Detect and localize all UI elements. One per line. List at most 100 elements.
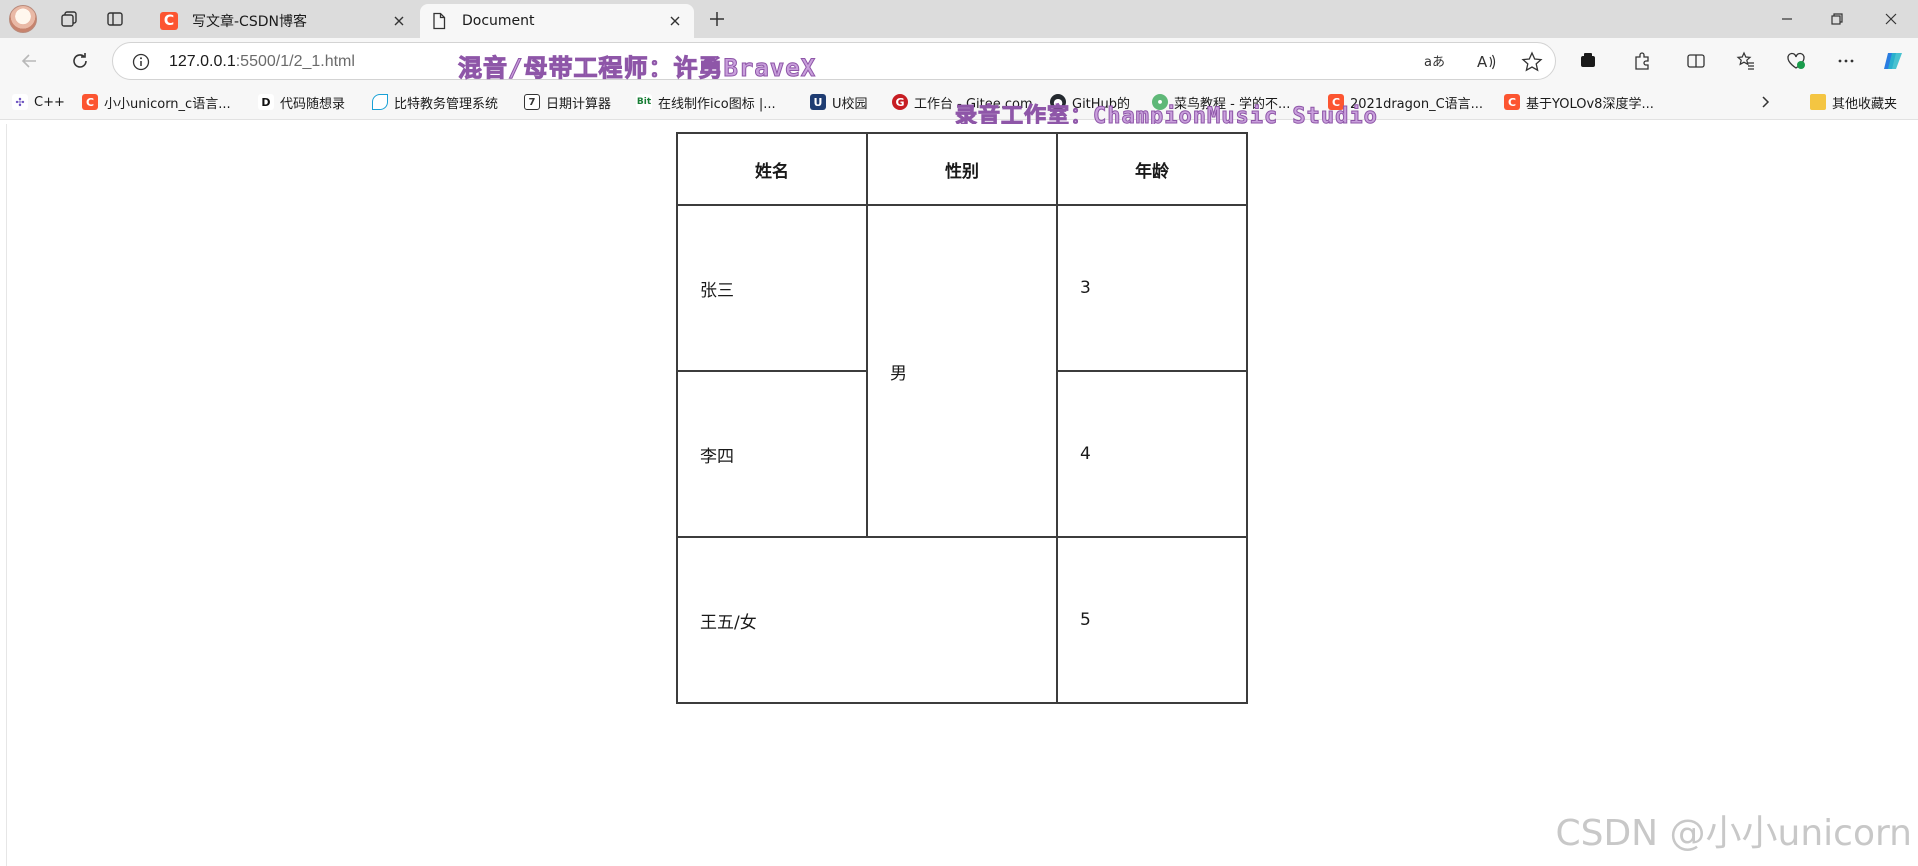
csdn-watermark: CSDN @小小unicorn (1555, 813, 1912, 854)
tab-title: 写文章-CSDN博客 (192, 14, 307, 30)
folder-icon (1810, 94, 1826, 110)
leaf-icon (372, 94, 388, 110)
svg-text:A: A (1477, 53, 1488, 71)
tab-csdn-write[interactable]: C 写文章-CSDN博客 (150, 4, 418, 38)
vertical-tabs-icon (107, 12, 123, 26)
bookmark-item[interactable]: U U校园 (810, 92, 868, 112)
profile-avatar[interactable] (6, 4, 40, 34)
back-arrow-icon (21, 54, 36, 68)
translate-button[interactable]: aあ (1423, 51, 1445, 73)
gitee-icon: G (892, 94, 908, 110)
cell-age: 5 (1056, 536, 1248, 704)
calendar-icon: 7 (524, 94, 540, 110)
media-extension-icon (1581, 53, 1595, 67)
read-aloud-icon: A (1477, 53, 1496, 71)
bookmark-label: 其他收藏夹 (1832, 96, 1898, 112)
u-icon: U (810, 94, 826, 110)
workspaces-icon (61, 11, 77, 27)
restore-icon (1831, 13, 1843, 25)
table-row: 张三 男 3 (676, 204, 1248, 538)
table-row: 王五/女 5 (676, 536, 1248, 704)
window-close-button[interactable] (1874, 4, 1908, 34)
other-favorites-folder[interactable]: 其他收藏夹 (1810, 92, 1897, 112)
close-icon (1885, 13, 1897, 25)
svg-text:aあ: aあ (1424, 55, 1445, 70)
tab-strip: C 写文章-CSDN博客 Document (0, 0, 1918, 38)
split-screen-button[interactable] (1680, 45, 1712, 77)
bookmark-item[interactable]: C 小小unicorn_c语言... (82, 92, 231, 112)
back-button[interactable] (14, 45, 46, 77)
header-age: 年龄 (1056, 132, 1248, 206)
bookmark-item[interactable]: 7 日期计算器 (524, 92, 611, 112)
new-tab-button[interactable] (700, 4, 734, 34)
puzzle-icon (1635, 52, 1649, 70)
bookmark-item[interactable]: D 代码随想录 (258, 92, 345, 112)
bookmark-item[interactable]: 比特教务管理系统 (372, 92, 498, 112)
cell-name: 李四 (676, 370, 868, 538)
chevron-right-icon (1762, 96, 1770, 108)
student-table: 姓名 性别 年龄 张三 男 3 李四 4 王五/女 5 (676, 132, 1248, 704)
csdn-icon: C (1504, 94, 1520, 110)
restore-button[interactable] (1820, 4, 1854, 34)
extension-button[interactable] (1572, 45, 1604, 77)
split-screen-icon (1687, 54, 1705, 68)
bookmark-label: 日期计算器 (546, 96, 612, 112)
bookmarks-overflow-button[interactable] (1758, 92, 1772, 112)
table-header-row: 姓名 性别 年龄 (676, 132, 1248, 206)
page-icon (433, 12, 446, 30)
bookmark-label: 小小unicorn_c语言... (104, 96, 231, 112)
cell-name: 张三 (676, 204, 868, 372)
favorites-button[interactable] (1730, 45, 1762, 77)
reload-icon (73, 53, 87, 68)
header-name: 姓名 (676, 132, 868, 206)
favorites-list-icon (1736, 51, 1754, 70)
info-icon[interactable] (131, 52, 151, 72)
close-tab-button[interactable] (666, 12, 684, 30)
address-bar[interactable]: 127.0.0.1:5500/1/2_1.html aあ A (112, 42, 1556, 80)
close-icon (670, 16, 680, 26)
navigation-toolbar: 127.0.0.1:5500/1/2_1.html aあ A (0, 38, 1918, 84)
avatar (9, 5, 37, 33)
bookmark-item[interactable]: C 基于YOLOv8深度学... (1504, 92, 1654, 112)
dd-icon: D (258, 94, 274, 110)
translate-icon: aあ (1424, 55, 1445, 70)
minimize-button[interactable] (1770, 4, 1804, 34)
browser-essentials-button[interactable] (1780, 45, 1812, 77)
bookmark-item[interactable]: Bit 在线制作ico图标 |... (636, 92, 776, 112)
minimize-icon (1782, 18, 1792, 20)
close-icon (394, 16, 404, 26)
read-aloud-button[interactable]: A (1475, 51, 1497, 73)
plus-icon (710, 12, 724, 26)
cell-age: 3 (1056, 204, 1248, 372)
header-gender: 性别 (866, 132, 1058, 206)
bookmark-label: 比特教务管理系统 (394, 96, 499, 112)
close-tab-button[interactable] (390, 12, 408, 30)
csdn-icon: C (82, 94, 98, 110)
cell-age: 4 (1056, 370, 1248, 538)
reload-button[interactable] (64, 45, 96, 77)
url-host: 127.0.0.1 (169, 53, 236, 70)
workspaces-button[interactable] (52, 4, 86, 34)
copilot-icon (1884, 53, 1902, 69)
heart-pulse-icon (1787, 52, 1805, 69)
watermark-engineer: 混音/母带工程师：许勇BraveX (457, 54, 817, 83)
bookmark-item[interactable]: ✣ C++ (12, 92, 65, 112)
add-favorite-button[interactable] (1521, 51, 1543, 73)
tab-document[interactable]: Document (420, 4, 694, 38)
bookmark-label: 基于YOLOv8深度学... (1526, 96, 1654, 112)
vertical-tabs-button[interactable] (98, 4, 132, 34)
extensions-button[interactable] (1626, 45, 1658, 77)
bookmark-label: U校园 (832, 96, 868, 112)
bit-icon: Bit (636, 94, 652, 110)
copilot-button[interactable] (1878, 45, 1910, 77)
bookmark-label: C++ (34, 94, 65, 110)
bookmark-label: 在线制作ico图标 |... (658, 96, 776, 112)
more-icon (1838, 59, 1854, 63)
cell-gender: 男 (866, 204, 1058, 538)
settings-menu-button[interactable] (1830, 45, 1862, 77)
star-icon (1521, 51, 1543, 72)
url-text[interactable]: 127.0.0.1:5500/1/2_1.html (169, 53, 355, 71)
page-viewport: 姓名 性别 年龄 张三 男 3 李四 4 王五/女 5 CSDN @小小unic… (6, 124, 1918, 866)
cpp-icon: ✣ (12, 94, 28, 110)
bookmark-label: 代码随想录 (280, 96, 346, 112)
